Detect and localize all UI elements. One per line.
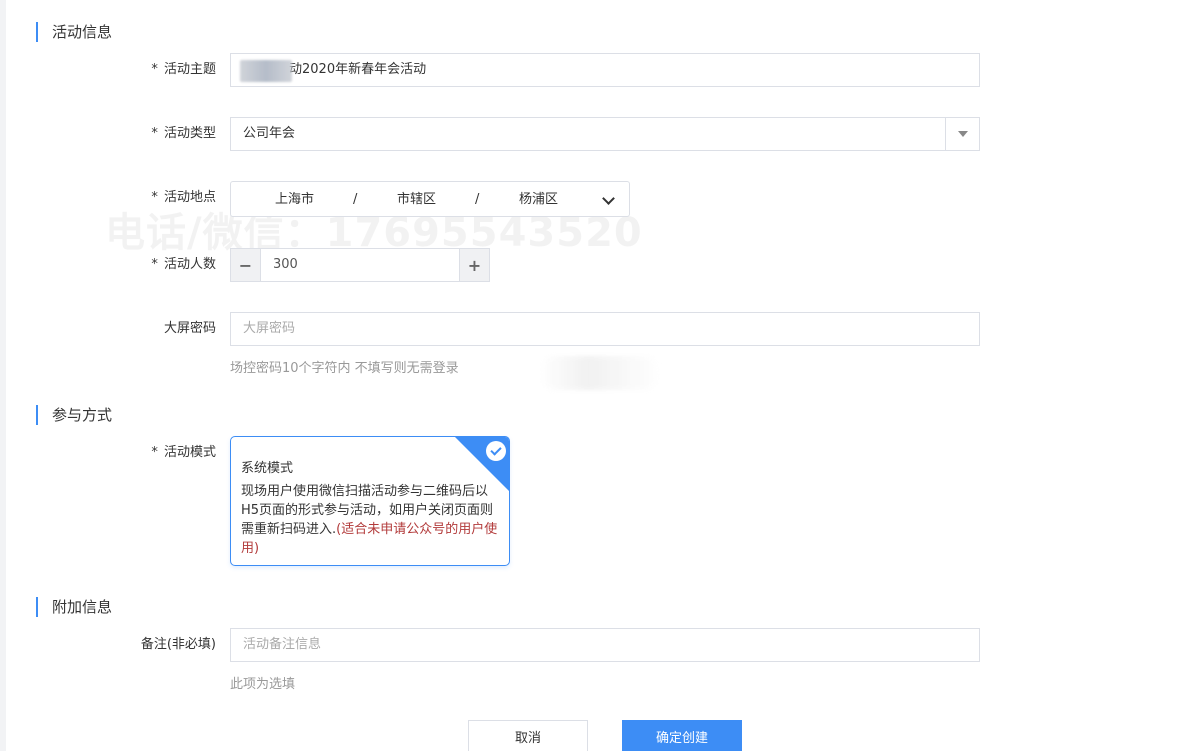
increment-button[interactable]: +: [459, 249, 489, 281]
redacted-blur: [540, 356, 660, 390]
remark-hint: 此项为选填: [230, 677, 296, 692]
mode-card-system[interactable]: 系统模式 现场用户使用微信扫描活动参与二维码后以H5页面的形式参与活动，如用户关…: [230, 436, 510, 566]
caret-down-icon: [957, 131, 968, 137]
remark-placeholder: 活动备注信息: [243, 637, 322, 652]
required-mark: *: [151, 126, 158, 141]
mode-card-description: 现场用户使用微信扫描活动参与二维码后以H5页面的形式参与活动，如用户关闭页面则需…: [241, 482, 503, 558]
section-title-extra-info: 附加信息: [36, 597, 112, 617]
decrement-button[interactable]: −: [231, 249, 261, 281]
location-label-text: 活动地点: [163, 190, 216, 205]
location-separator: /: [475, 192, 480, 207]
location-district: 杨浦区: [519, 192, 559, 207]
type-label-text: 活动类型: [163, 126, 216, 141]
theme-label-text: 活动主题: [163, 62, 216, 77]
theme-input[interactable]: 动2020年新春年会活动: [230, 53, 980, 87]
required-mark: *: [151, 257, 158, 272]
remark-label: 备注(非必填): [140, 637, 216, 652]
location-province: 上海市: [275, 192, 315, 207]
mode-card-title: 系统模式: [241, 461, 294, 476]
type-label: * 活动类型: [120, 125, 216, 143]
create-button[interactable]: 确定创建: [622, 720, 742, 751]
section-title-participation: 参与方式: [36, 405, 112, 425]
people-label-text: 活动人数: [163, 257, 216, 272]
screen-password-label: 大屏密码: [163, 321, 216, 336]
theme-label: * 活动主题: [120, 61, 216, 79]
screen-password-input[interactable]: 大屏密码: [230, 312, 980, 346]
screen-password-placeholder: 大屏密码: [243, 321, 296, 336]
mode-label-text: 活动模式: [163, 445, 216, 460]
required-mark: *: [151, 190, 158, 205]
type-select-arrow[interactable]: [945, 118, 979, 150]
chevron-down-icon[interactable]: [602, 192, 615, 205]
location-cascader[interactable]: 上海市 / 市辖区 / 杨浦区: [230, 181, 630, 217]
mode-label: * 活动模式: [120, 444, 216, 462]
location-separator: /: [353, 192, 358, 207]
cancel-button[interactable]: 取消: [468, 720, 588, 751]
screen-password-hint: 场控密码10个字符内 不填写则无需登录: [230, 361, 459, 376]
location-label: * 活动地点: [120, 189, 216, 207]
section-title-activity-info: 活动信息: [36, 22, 112, 42]
redacted-blur: [240, 60, 292, 82]
remark-input[interactable]: 活动备注信息: [230, 628, 980, 662]
check-circle-icon: [486, 441, 506, 461]
required-mark: *: [151, 445, 158, 460]
type-select[interactable]: 公司年会: [230, 117, 980, 151]
location-city: 市辖区: [397, 192, 437, 207]
people-value[interactable]: 300: [273, 249, 298, 281]
people-stepper[interactable]: − 300 +: [230, 248, 490, 282]
people-label: * 活动人数: [120, 256, 216, 274]
left-edge-bar: [0, 0, 6, 751]
required-mark: *: [151, 62, 158, 77]
type-select-value: 公司年会: [243, 126, 296, 141]
